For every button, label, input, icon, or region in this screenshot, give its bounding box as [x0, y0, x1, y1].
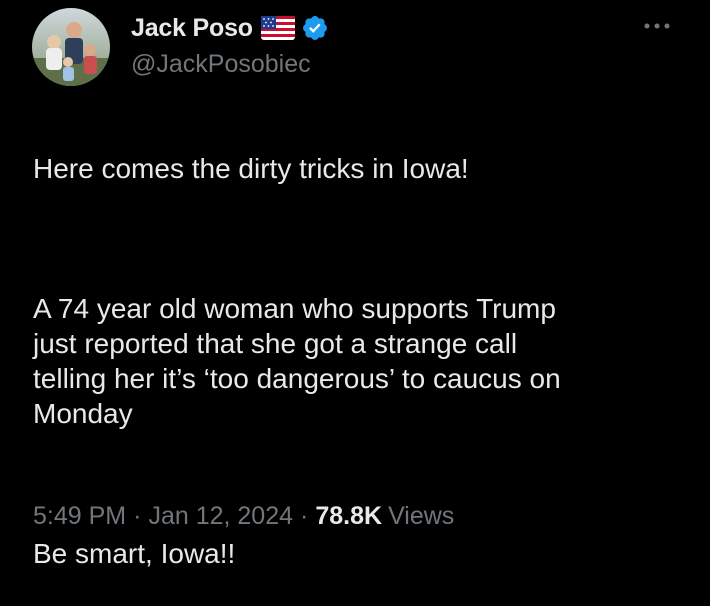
tweet-paragraph: Here comes the dirty tricks in Iowa!	[33, 153, 469, 184]
us-flag-icon	[260, 16, 295, 40]
views-count[interactable]: 78.8K	[315, 502, 382, 531]
tweet-date[interactable]: Jan 12, 2024	[148, 502, 293, 531]
tweet-time[interactable]: 5:49 PM	[33, 502, 126, 531]
meta-separator: ·	[133, 502, 142, 530]
meta-separator: ·	[300, 502, 309, 530]
author-name-row: Jack Poso	[131, 13, 329, 43]
tweet-meta: 5:49 PM · Jan 12, 2024 · 78.8K Views	[33, 502, 454, 531]
tweet-paragraph: Be smart, Iowa!!	[33, 538, 236, 569]
more-options-icon[interactable]	[639, 14, 675, 38]
views-label: Views	[388, 502, 455, 530]
verified-badge-icon	[302, 16, 327, 40]
author-handle[interactable]: @JackPosobiec	[131, 50, 311, 79]
author-display-name[interactable]: Jack Poso	[131, 14, 253, 43]
tweet-paragraph: A 74 year old woman who supports Trump j…	[33, 293, 561, 429]
tweet-text: Here comes the dirty tricks in Iowa! A 7…	[33, 116, 683, 606]
tweet-card: Jack Poso @JackPosobiec Here comes the d…	[0, 0, 710, 569]
avatar-photo	[32, 8, 110, 86]
avatar[interactable]	[32, 8, 110, 86]
